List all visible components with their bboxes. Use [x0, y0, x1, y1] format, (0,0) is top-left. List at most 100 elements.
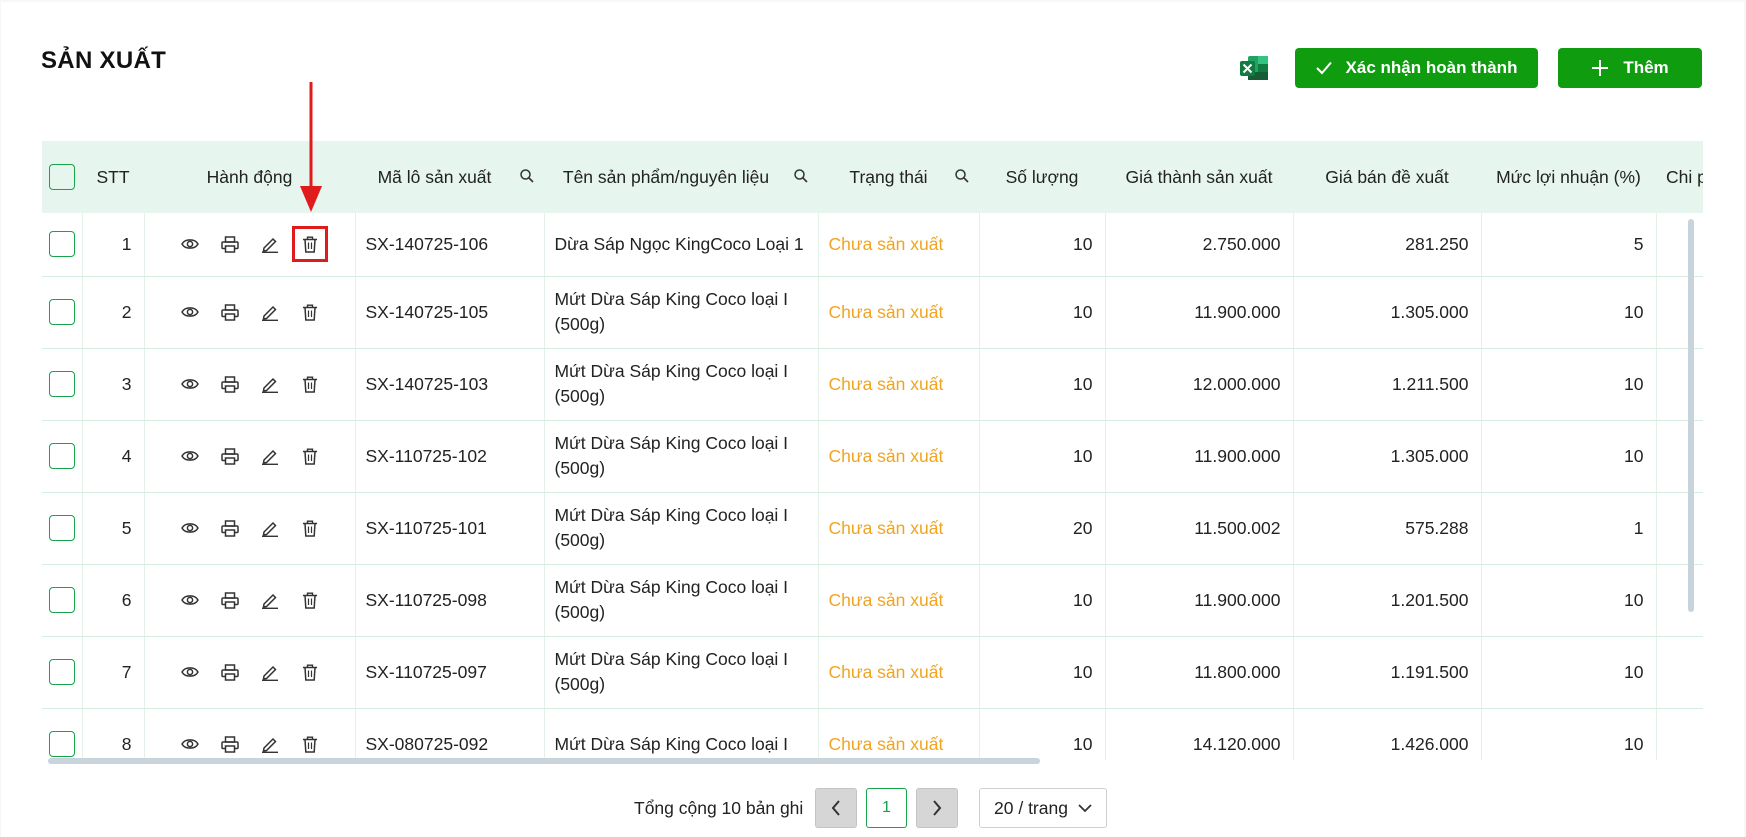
eye-icon[interactable]: [180, 590, 200, 610]
printer-icon[interactable]: [220, 374, 240, 394]
printer-icon[interactable]: [220, 518, 240, 538]
eye-icon[interactable]: [180, 446, 200, 466]
row-quantity: 10: [979, 636, 1106, 709]
table-row[interactable]: 5 SX-110725-101 Mứt Dừa Sáp King Coco loại…: [42, 492, 1703, 565]
select-all-header: [42, 141, 82, 213]
header-cost: Giá thành sản xuất: [1125, 166, 1273, 187]
header-lot: Mã lô sản xuất: [355, 141, 544, 213]
confirm-complete-button[interactable]: Xác nhận hoàn thành: [1295, 48, 1538, 88]
row-quantity: 10: [979, 420, 1106, 493]
row-margin: 10: [1481, 708, 1657, 760]
row-checkbox[interactable]: [48, 443, 75, 469]
printer-icon[interactable]: [220, 302, 240, 322]
excel-export-icon[interactable]: [1239, 54, 1269, 82]
row-extra: [1656, 213, 1703, 277]
table-row[interactable]: 3 SX-140725-103 Mứt Dừa Sáp King Coco loại…: [42, 348, 1703, 421]
vertical-scrollbar[interactable]: [1688, 219, 1694, 612]
row-checkbox[interactable]: [48, 587, 75, 613]
check-icon: [1315, 61, 1332, 75]
eye-icon[interactable]: [180, 734, 200, 754]
next-page-button[interactable]: [916, 788, 958, 828]
edit-icon[interactable]: [260, 590, 280, 610]
row-lot: SX-110725-102: [355, 420, 545, 493]
table-row[interactable]: 6 SX-110725-098 Mứt Dừa Sáp King Coco loại…: [42, 564, 1703, 637]
row-cost: 11.900.000: [1105, 564, 1294, 637]
edit-icon[interactable]: [260, 662, 280, 682]
table-row[interactable]: 8 SX-080725-092 Mứt Dừa Sáp King Coco loại…: [42, 708, 1703, 760]
row-cost: 12.000.000: [1105, 348, 1294, 421]
row-checkbox[interactable]: [48, 299, 75, 325]
row-stt: 8: [82, 708, 145, 760]
edit-icon[interactable]: [260, 734, 280, 754]
row-select-cell: [42, 420, 83, 493]
table-row[interactable]: 2 SX-140725-105 Mứt Dừa Sáp King Coco loại…: [42, 276, 1703, 349]
edit-icon[interactable]: [260, 374, 280, 394]
row-checkbox[interactable]: [48, 515, 75, 541]
edit-icon[interactable]: [260, 518, 280, 538]
trash-icon[interactable]: [300, 734, 320, 754]
row-lot: SX-110725-101: [355, 492, 545, 565]
header-quantity: Số lượng: [1005, 166, 1079, 187]
eye-icon[interactable]: [180, 374, 200, 394]
table-row[interactable]: 4 SX-110725-102 Mứt Dừa Sáp King Coco loại…: [42, 420, 1703, 493]
trash-icon[interactable]: [291, 226, 328, 263]
row-status: Chưa sản xuất: [818, 636, 980, 709]
row-select-cell: [42, 564, 83, 637]
row-price: 281.250: [1293, 213, 1482, 277]
row-checkbox[interactable]: [48, 371, 75, 397]
row-lot: SX-110725-097: [355, 636, 545, 709]
trash-icon[interactable]: [300, 518, 320, 538]
edit-icon[interactable]: [260, 302, 280, 322]
printer-icon[interactable]: [220, 662, 240, 682]
row-stt: 7: [82, 636, 145, 709]
search-icon[interactable]: [794, 167, 808, 188]
prev-page-button[interactable]: [815, 788, 857, 828]
edit-icon[interactable]: [260, 234, 280, 254]
table-row[interactable]: 1 SX-140725-106 Dừa Sáp Ngọc KingCoco Loại…: [42, 213, 1703, 277]
row-actions: [144, 636, 356, 709]
current-page-button[interactable]: 1: [866, 788, 907, 828]
printer-icon[interactable]: [220, 446, 240, 466]
row-margin: 10: [1481, 348, 1657, 421]
trash-icon[interactable]: [300, 374, 320, 394]
chevron-right-icon: [933, 800, 942, 816]
header-product-label: Tên sản phẩm/nguyên liệu: [562, 166, 770, 187]
header-extra: Chi p: [1666, 166, 1703, 187]
eye-icon[interactable]: [180, 302, 200, 322]
eye-icon[interactable]: [180, 662, 200, 682]
page-size-select[interactable]: 20 / trang: [979, 788, 1107, 828]
add-button[interactable]: Thêm: [1558, 48, 1702, 88]
table-row[interactable]: 7 SX-110725-097 Mứt Dừa Sáp King Coco loại…: [42, 636, 1703, 709]
row-margin: 5: [1481, 213, 1657, 277]
row-quantity: 10: [979, 348, 1106, 421]
row-extra: [1656, 564, 1703, 637]
eye-icon[interactable]: [180, 518, 200, 538]
header-product: Tên sản phẩm/nguyên liệu: [544, 141, 818, 213]
production-table: STT Hành động Mã lô sản xuất Tên sản phẩ…: [42, 141, 1703, 760]
printer-icon[interactable]: [220, 590, 240, 610]
chevron-left-icon: [831, 800, 840, 816]
search-icon[interactable]: [520, 167, 534, 188]
header-actions: Hành động: [206, 166, 293, 187]
row-margin: 1: [1481, 492, 1657, 565]
trash-icon[interactable]: [300, 302, 320, 322]
trash-icon[interactable]: [300, 662, 320, 682]
row-price: 575.288: [1293, 492, 1482, 565]
row-cost: 2.750.000: [1105, 213, 1294, 277]
edit-icon[interactable]: [260, 446, 280, 466]
eye-icon[interactable]: [180, 234, 200, 254]
horizontal-scrollbar[interactable]: [48, 758, 1040, 764]
row-checkbox[interactable]: [48, 731, 75, 757]
printer-icon[interactable]: [220, 234, 240, 254]
row-checkbox[interactable]: [48, 231, 75, 258]
add-label: Thêm: [1623, 58, 1669, 77]
printer-icon[interactable]: [220, 734, 240, 754]
row-price: 1.305.000: [1293, 420, 1482, 493]
trash-icon[interactable]: [300, 590, 320, 610]
row-actions: [144, 276, 356, 349]
row-checkbox[interactable]: [48, 659, 75, 685]
search-icon[interactable]: [955, 167, 969, 188]
row-cost: 11.900.000: [1105, 420, 1294, 493]
trash-icon[interactable]: [300, 446, 320, 466]
select-all-checkbox[interactable]: [49, 164, 75, 190]
